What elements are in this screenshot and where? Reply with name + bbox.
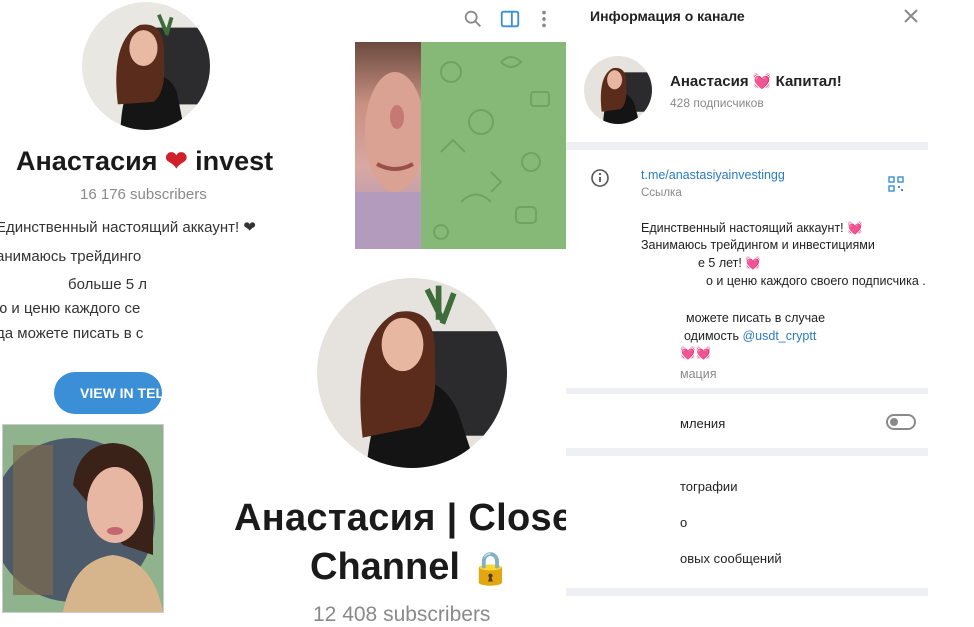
description-text: одимость xyxy=(684,329,739,343)
description-line: одимость @usdt_cryptt xyxy=(684,329,816,343)
left-avatar xyxy=(82,2,210,130)
left-desc-line: анимаюсь трейдинго xyxy=(0,248,142,265)
channel-avatar xyxy=(584,56,652,124)
divider xyxy=(566,142,928,150)
left-name-part2: invest xyxy=(195,146,274,176)
notifications-toggle[interactable] xyxy=(886,414,916,430)
left-subscribers: 16 176 subscribers xyxy=(80,186,207,203)
search-icon[interactable] xyxy=(462,8,484,30)
selfie-video xyxy=(355,42,421,249)
center-profile-name: Анастасия | Closed xyxy=(234,497,597,539)
channel-link[interactable]: t.me/anastasiyainvestingg xyxy=(641,168,785,182)
description-line: Единственный настоящий аккаунт! 💓 xyxy=(641,221,863,235)
channel-name-suffix: Капитал! xyxy=(775,73,842,90)
notifications-label: мления xyxy=(680,416,726,431)
description-line: можете писать в случае xyxy=(686,311,826,325)
profile-photo xyxy=(2,424,164,613)
description-line: о и ценю каждого своего подписчика . xyxy=(706,274,926,288)
channel-subscribers: 428 подписчиков xyxy=(670,96,764,110)
center-name-channel: Channel xyxy=(310,546,460,588)
description-line: е 5 лет! 💓 xyxy=(698,256,761,270)
heart-icon: ❤ xyxy=(164,146,188,176)
divider xyxy=(566,588,928,596)
channel-info-panel: Информация о канале Анастасия 💓 Капитал!… xyxy=(566,0,928,621)
panel-title: Информация о канале xyxy=(590,8,745,24)
left-desc-line: да можете писать в с xyxy=(0,325,144,342)
voice-messages-row[interactable]: овых сообщений xyxy=(680,551,782,566)
description-caption: мация xyxy=(680,367,717,381)
sidebar-toggle-icon[interactable] xyxy=(499,8,521,30)
left-name-part1: Анастасия xyxy=(16,146,158,176)
more-vertical-icon[interactable] xyxy=(533,8,555,30)
heart-icon: 💓 xyxy=(752,73,772,90)
view-in-telegram-button[interactable]: VIEW IN TELE xyxy=(54,372,162,414)
toggle-knob xyxy=(890,418,898,426)
center-subscribers: 12 408 subscribers xyxy=(313,603,491,626)
qr-code-icon[interactable] xyxy=(888,176,904,192)
channel-name-text: Анастасия xyxy=(670,73,749,90)
mention-link[interactable]: @usdt_cryptt xyxy=(742,329,816,343)
center-profile-name-line2: Channel 🔒 xyxy=(310,546,510,589)
center-avatar xyxy=(317,278,507,468)
description-line: Занимаюсь трейдингом и инвестициями xyxy=(641,238,875,252)
lock-icon: 🔒 xyxy=(470,550,511,586)
left-desc-line: ю и ценю каждого се xyxy=(0,300,141,317)
channel-name: Анастасия 💓 Капитал! xyxy=(670,72,842,90)
link-caption: Ссылка xyxy=(641,187,682,199)
video-call-strip xyxy=(355,42,567,249)
left-profile-name: Анастасия ❤ invest xyxy=(16,146,273,177)
left-desc-line: Единственный настоящий аккаунт! ❤ xyxy=(0,219,256,236)
close-icon[interactable] xyxy=(901,6,921,26)
divider xyxy=(566,388,928,394)
info-icon xyxy=(591,169,609,187)
media-row[interactable]: о xyxy=(680,515,687,530)
photos-row[interactable]: тографии xyxy=(680,479,737,494)
left-desc-line: больше 5 л xyxy=(68,276,147,293)
hearts-line: 💓💓 xyxy=(680,346,712,360)
chat-background-pattern xyxy=(421,42,567,249)
divider xyxy=(566,448,928,456)
chat-toolbar xyxy=(350,0,566,40)
left-profile-card: Анастасия ❤ invest 16 176 subscribers Ед… xyxy=(0,0,318,410)
